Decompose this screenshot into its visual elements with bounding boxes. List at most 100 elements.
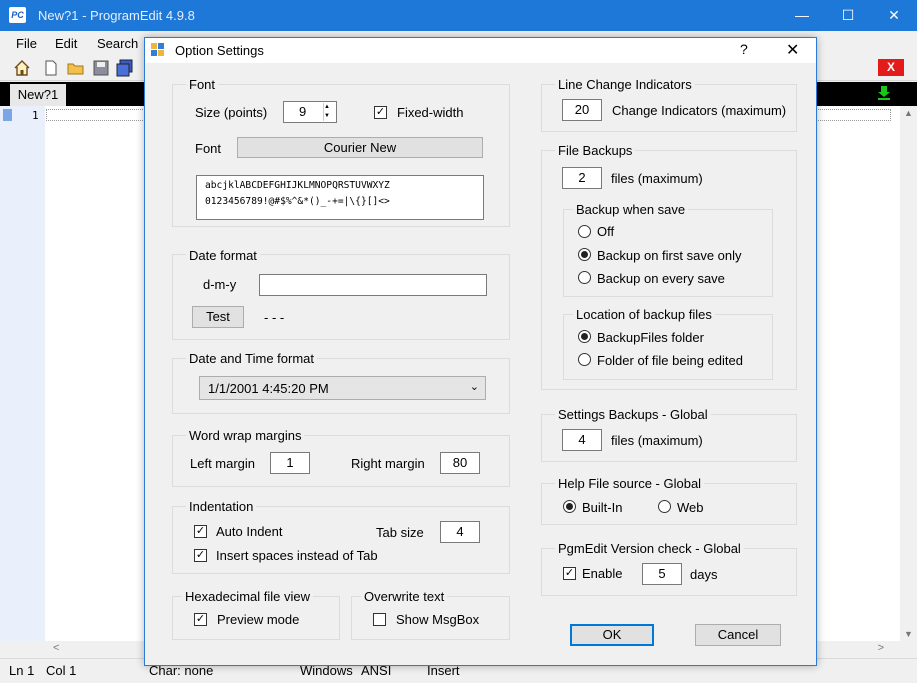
dialog-title: Option Settings bbox=[175, 43, 264, 58]
preview-mode-label: Preview mode bbox=[217, 612, 300, 627]
help-source-label: Help File source - Global bbox=[555, 476, 705, 491]
settings-backups-desc: files (maximum) bbox=[611, 433, 703, 448]
scroll-down-icon[interactable]: ▼ bbox=[904, 629, 913, 639]
download-icon[interactable] bbox=[876, 85, 892, 101]
insert-spaces-label: Insert spaces instead of Tab bbox=[216, 548, 378, 563]
font-group-label: Font bbox=[186, 77, 219, 92]
maximize-button[interactable]: ☐ bbox=[825, 0, 871, 31]
backupfiles-folder-radio[interactable] bbox=[578, 330, 591, 343]
save-all-icon[interactable] bbox=[116, 59, 134, 77]
font-size-label: Size (points) bbox=[195, 105, 268, 120]
line-change-marker bbox=[3, 109, 12, 121]
version-days-input[interactable]: 5 bbox=[642, 563, 682, 585]
backupfiles-folder-label: BackupFiles folder bbox=[597, 330, 704, 345]
hex-view-label: Hexadecimal file view bbox=[182, 589, 313, 604]
auto-indent-label: Auto Indent bbox=[216, 524, 283, 539]
help-builtin-label: Built-In bbox=[582, 500, 623, 515]
spinner-arrows-icon[interactable]: ▲ ▼ bbox=[323, 103, 334, 121]
tab-size-input[interactable]: 4 bbox=[440, 521, 480, 543]
close-document-button[interactable]: X bbox=[878, 59, 904, 76]
open-folder-icon[interactable] bbox=[67, 59, 85, 77]
menu-search[interactable]: Search bbox=[97, 36, 138, 51]
datetime-format-label: Date and Time format bbox=[186, 351, 317, 366]
test-button[interactable]: Test bbox=[192, 306, 244, 328]
overwrite-label: Overwrite text bbox=[361, 589, 448, 604]
font-preview-line2: 0123456789!@#$%^&*()_-+=|\{}[]<> bbox=[205, 196, 390, 207]
line-number-gutter bbox=[0, 106, 45, 641]
new-file-icon[interactable] bbox=[42, 59, 60, 77]
scroll-left-icon[interactable]: < bbox=[53, 642, 59, 654]
settings-backups-input[interactable]: 4 bbox=[562, 429, 602, 451]
tab-size-label: Tab size bbox=[376, 525, 424, 540]
left-margin-input[interactable]: 1 bbox=[270, 452, 310, 474]
dialog-help-button[interactable]: ? bbox=[740, 41, 748, 57]
date-pattern-label: d-m-y bbox=[203, 277, 237, 292]
font-size-spinner[interactable]: 9 ▲ ▼ bbox=[283, 101, 337, 123]
status-line: Ln 1 bbox=[9, 663, 35, 678]
chevron-down-icon: ⌄ bbox=[469, 381, 479, 393]
preview-mode-checkbox[interactable]: ✓ bbox=[194, 613, 207, 626]
datetime-selected-value: 1/1/2001 4:45:20 PM bbox=[208, 381, 329, 396]
edited-folder-radio[interactable] bbox=[578, 353, 591, 366]
dialog-close-button[interactable]: ✕ bbox=[786, 40, 799, 60]
app-logo-icon: PC bbox=[9, 7, 26, 23]
font-size-value: 9 bbox=[299, 104, 307, 119]
font-preview-box: abcjklABCDEFGHIJKLMNOPQRSTUVWXYZ 0123456… bbox=[196, 175, 484, 220]
backup-first-save-radio[interactable] bbox=[578, 248, 591, 261]
right-margin-label: Right margin bbox=[351, 456, 425, 471]
tab-document[interactable]: New?1 bbox=[10, 84, 66, 106]
left-margin-label: Left margin bbox=[190, 456, 256, 471]
scroll-up-icon[interactable]: ▲ bbox=[904, 108, 913, 118]
version-check-label: PgmEdit Version check - Global bbox=[555, 541, 744, 556]
ok-button[interactable]: OK bbox=[570, 624, 654, 646]
app-title: New?1 - ProgramEdit 4.9.8 bbox=[38, 8, 195, 23]
line-number: 1 bbox=[32, 109, 39, 122]
menu-edit[interactable]: Edit bbox=[55, 36, 77, 51]
settings-grid-icon bbox=[151, 43, 165, 57]
right-margin-input[interactable]: 80 bbox=[440, 452, 480, 474]
datetime-format-select[interactable]: 1/1/2001 4:45:20 PM ⌄ bbox=[199, 376, 486, 400]
cancel-button[interactable]: Cancel bbox=[695, 624, 781, 646]
font-preview-line1: abcjklABCDEFGHIJKLMNOPQRSTUVWXYZ bbox=[205, 180, 390, 191]
menu-file[interactable]: File bbox=[16, 36, 37, 51]
line-change-input[interactable]: 20 bbox=[562, 99, 602, 121]
version-days-label: days bbox=[690, 567, 718, 582]
help-builtin-radio[interactable] bbox=[563, 500, 576, 513]
backup-location-group bbox=[563, 314, 773, 380]
backup-off-radio[interactable] bbox=[578, 225, 591, 238]
auto-indent-checkbox[interactable]: ✓ bbox=[194, 525, 207, 538]
indentation-label: Indentation bbox=[186, 499, 257, 514]
file-backups-desc: files (maximum) bbox=[611, 171, 703, 186]
close-window-button[interactable]: ✕ bbox=[871, 0, 917, 31]
backup-location-label: Location of backup files bbox=[573, 307, 715, 322]
line-change-label: Line Change Indicators bbox=[555, 77, 695, 92]
save-icon[interactable] bbox=[92, 59, 110, 77]
enable-checkbox[interactable]: ✓ bbox=[563, 567, 576, 580]
settings-backups-label: Settings Backups - Global bbox=[555, 407, 711, 422]
font-select-button[interactable]: Courier New bbox=[237, 137, 483, 158]
show-msgbox-checkbox[interactable] bbox=[373, 613, 386, 626]
enable-label: Enable bbox=[582, 566, 623, 581]
word-wrap-label: Word wrap margins bbox=[186, 428, 305, 443]
help-web-label: Web bbox=[677, 500, 704, 515]
date-test-result: - - - bbox=[264, 310, 285, 325]
date-format-label: Date format bbox=[186, 248, 260, 263]
help-web-radio[interactable] bbox=[658, 500, 671, 513]
line-change-desc: Change Indicators (maximum) bbox=[612, 103, 787, 118]
backup-off-label: Off bbox=[597, 224, 615, 239]
scroll-right-icon[interactable]: > bbox=[878, 642, 884, 654]
fixed-width-label: Fixed-width bbox=[397, 105, 464, 120]
vertical-scrollbar[interactable]: ▲ ▼ bbox=[900, 106, 917, 641]
date-format-input[interactable] bbox=[259, 274, 487, 296]
home-icon[interactable] bbox=[13, 59, 31, 77]
edited-folder-label: Folder of file being edited bbox=[597, 353, 743, 368]
font-label: Font bbox=[195, 141, 222, 156]
fixed-width-checkbox[interactable]: ✓ bbox=[374, 106, 387, 119]
backup-every-save-label: Backup on every save bbox=[597, 271, 725, 286]
file-backups-input[interactable]: 2 bbox=[562, 167, 602, 189]
backup-first-save-label: Backup on first save only bbox=[597, 248, 742, 263]
file-backups-label: File Backups bbox=[555, 143, 636, 158]
minimize-button[interactable]: — bbox=[779, 0, 825, 31]
insert-spaces-checkbox[interactable]: ✓ bbox=[194, 549, 207, 562]
backup-every-save-radio[interactable] bbox=[578, 271, 591, 284]
